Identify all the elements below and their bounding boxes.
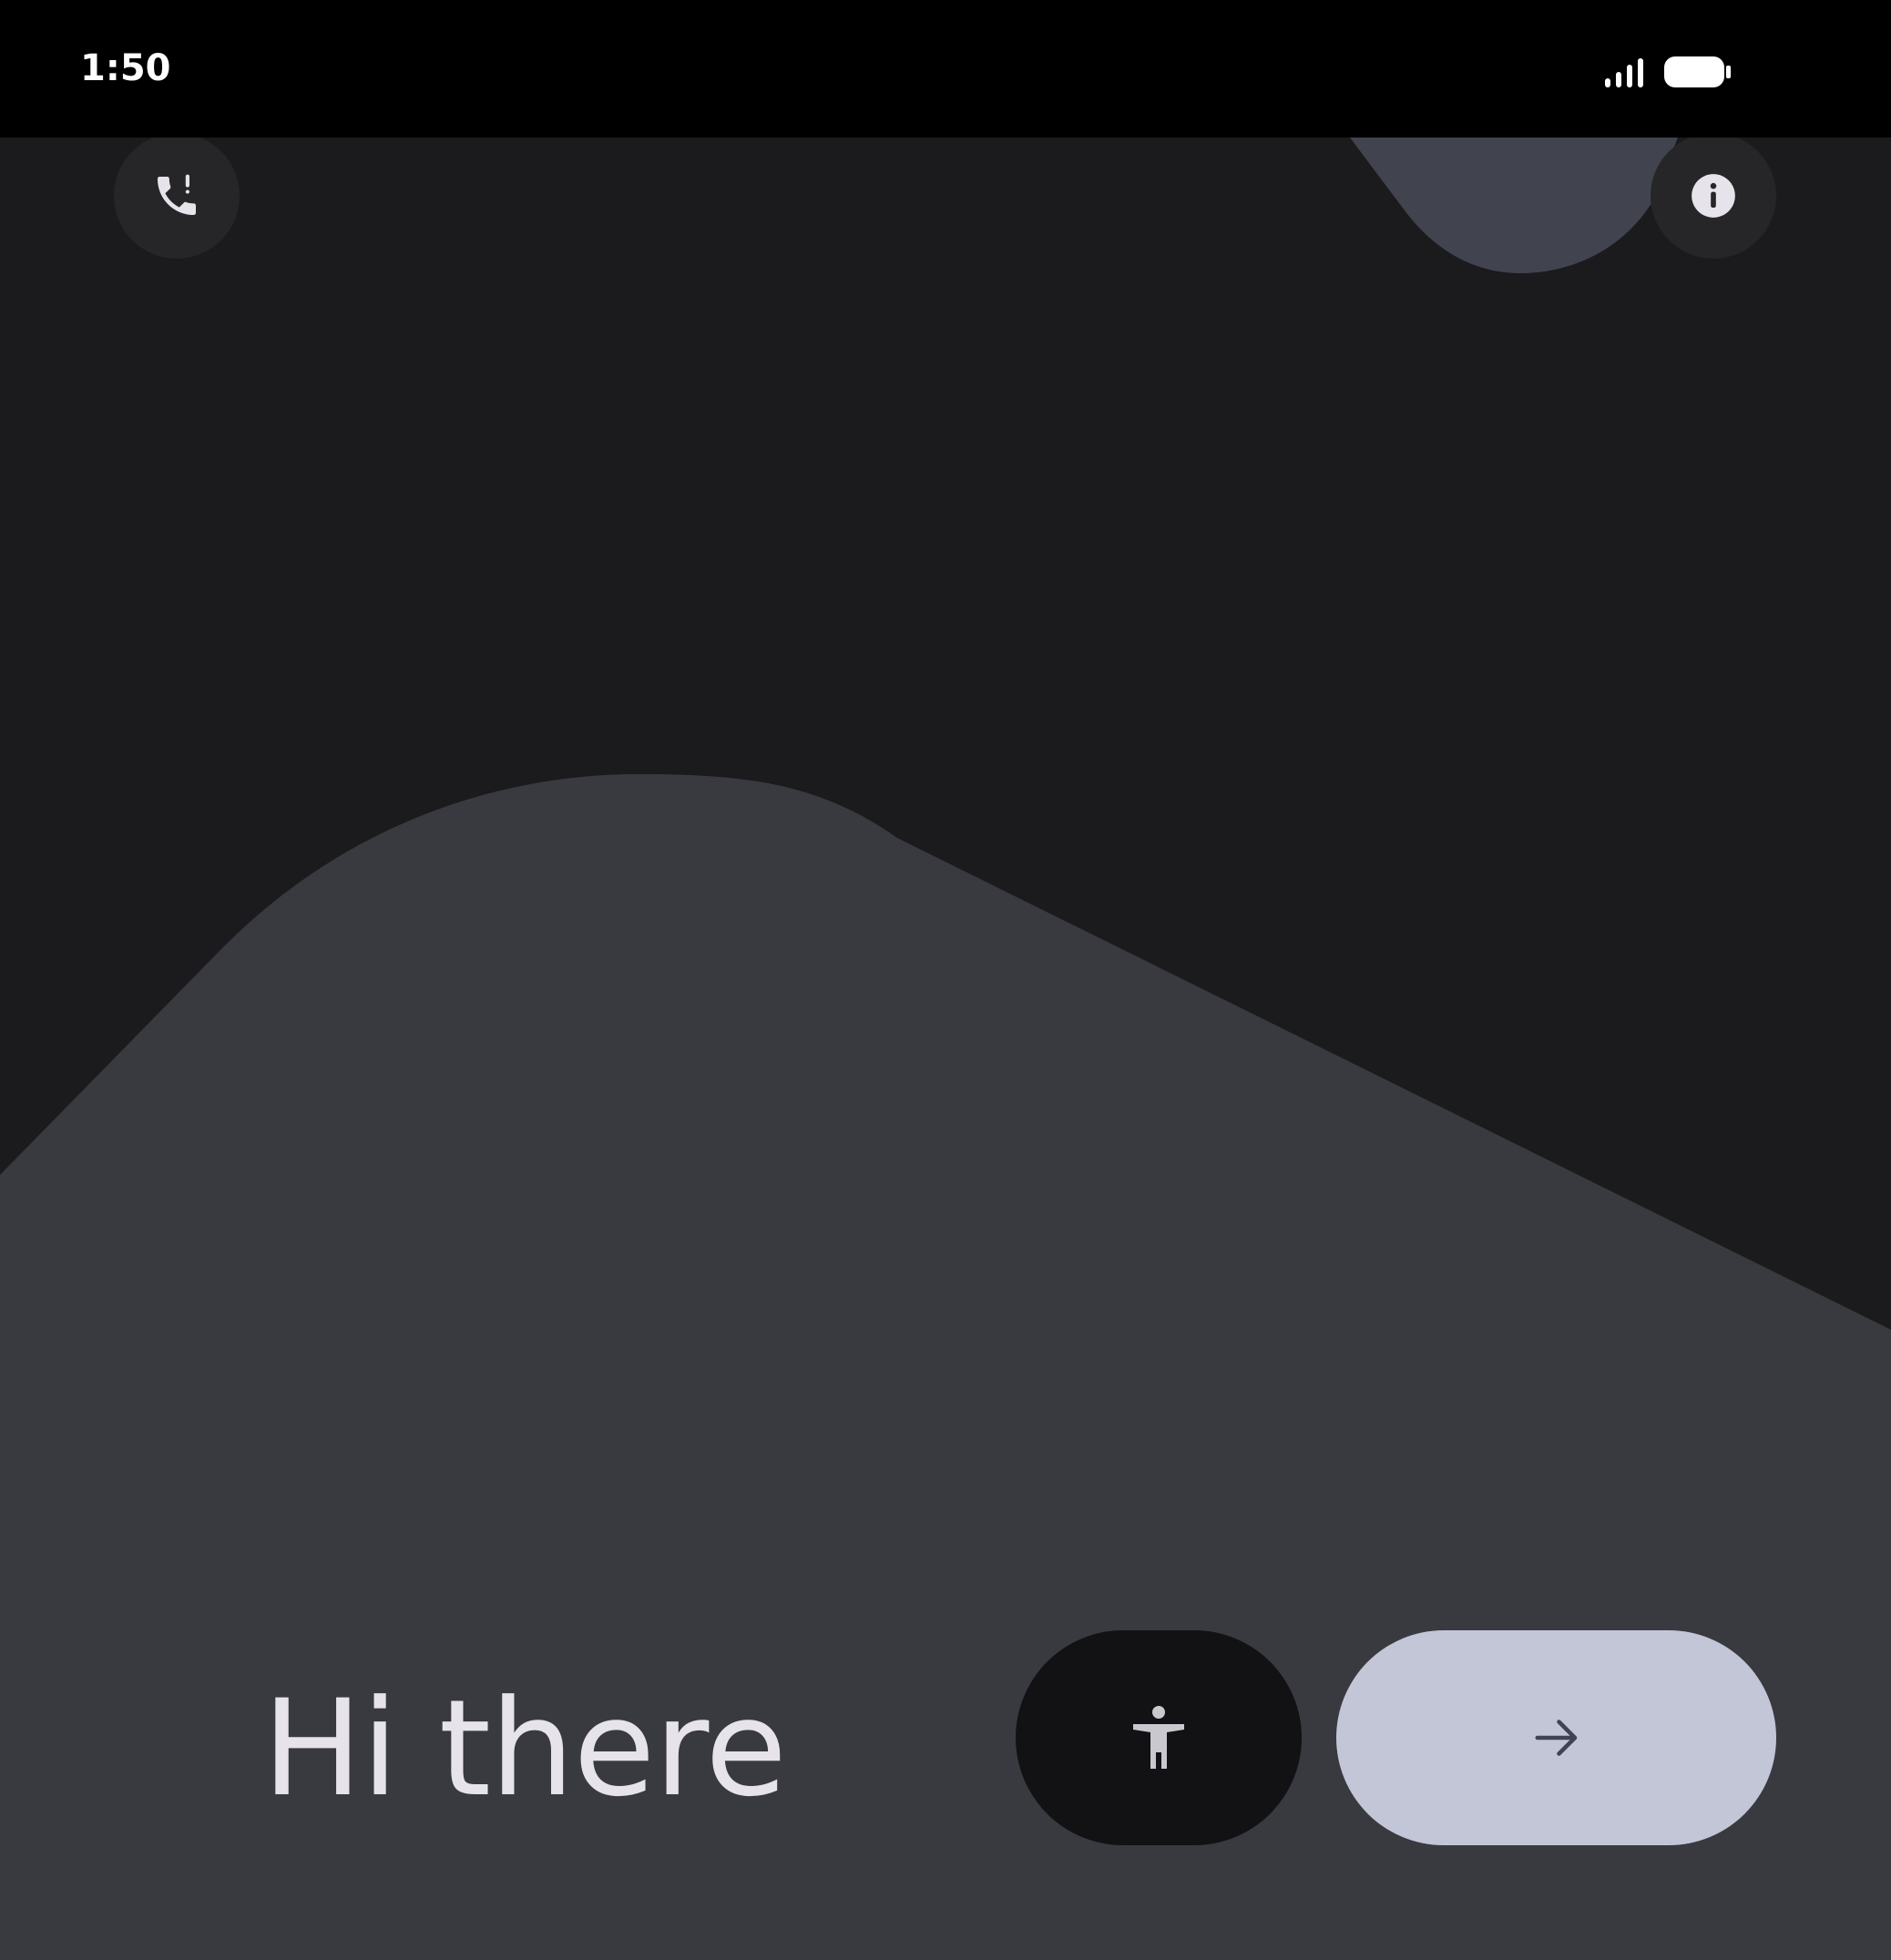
status-bar: 1:50 [0,0,1891,138]
accessibility-icon [1133,1706,1184,1769]
emergency-call-button[interactable] [114,133,240,259]
info-button[interactable] [1651,133,1776,259]
next-button[interactable] [1336,1630,1776,1845]
battery-full-icon [1664,56,1731,87]
emergency-call-icon [158,174,196,215]
cellular-signal-icon [1605,58,1643,87]
setup-welcome-screen: 1:50 Hi there [0,0,1891,1960]
arrow-forward-icon [1535,1720,1577,1756]
status-clock: 1:50 [80,47,171,89]
accessibility-button[interactable] [1016,1630,1302,1845]
top-blob-shape [1350,138,1678,273]
info-icon [1692,174,1735,218]
greeting-title: Hi there [262,1671,787,1826]
